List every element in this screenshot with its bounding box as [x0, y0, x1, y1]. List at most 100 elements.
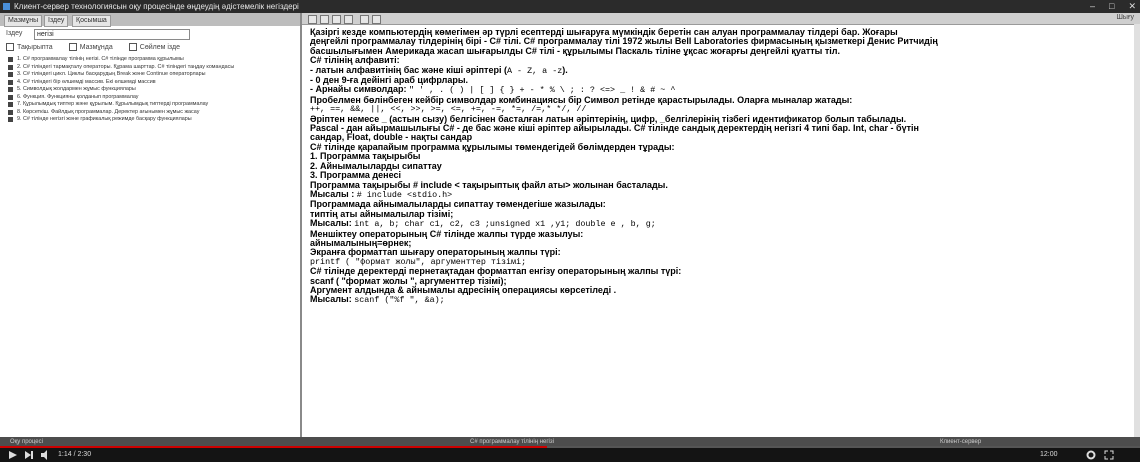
maximize-icon[interactable]: □ — [1109, 0, 1114, 13]
volume-icon[interactable] — [40, 450, 50, 460]
toc-item[interactable]: 2. C# тіліндегі тармақталу операторы. Құ… — [8, 64, 298, 72]
toc-item-label: 4. C# тіліндегі бір өлшемді массив. Екі … — [17, 78, 156, 85]
gear-icon — [1086, 450, 1096, 460]
text-line: типтің аты айнымалылар тізімі; — [310, 210, 1135, 219]
inline-code: " ' , . ( ) | [ ] { } + - * % \ ; : ? <=… — [408, 85, 676, 96]
book-icon — [8, 94, 13, 100]
text-line: ++, ==, &&, ||, <<, >>, >=, <=, +=, -=, … — [310, 105, 1135, 114]
inline-code: int a, b; char c1, c2, c3 ;unsigned x1 ,… — [354, 219, 656, 230]
text-line: айнымалының=өрнек; — [310, 239, 1135, 248]
toc-item-label: 9. C# тілінде негізгі жәнe графикалық ре… — [17, 116, 192, 122]
line-text-tail: ). — [562, 65, 568, 75]
toc-list: 1. C# программалау тілінің негізі. C# ті… — [8, 56, 298, 124]
code-text: printf ( "формат жолы", аргументтер тізі… — [310, 257, 527, 267]
option-sentence[interactable]: Сөйлем ізде — [128, 43, 180, 51]
line-text: - латын алфавитінің бас және кіші әріпте… — [310, 65, 507, 75]
toc-item[interactable]: 4. C# тіліндегі бір өлшемді массив. Екі … — [8, 79, 298, 87]
option-title[interactable]: Тақырыпта — [6, 43, 53, 51]
player-bar: 1:14 / 2:30 12:00 — [0, 448, 1140, 462]
options-icon[interactable] — [372, 15, 381, 24]
exit-button[interactable]: Шығу — [1117, 14, 1135, 21]
book-icon — [8, 57, 13, 63]
clock: 12:00 — [1040, 451, 1058, 458]
toc-item-label: 3. C# тіліндегі цикл. Циклы басқарудың B… — [17, 71, 206, 77]
text-line: Программада айнымалыларды сипаттау төмен… — [310, 200, 1135, 209]
home-icon[interactable] — [332, 15, 341, 24]
search-input[interactable]: негізі — [34, 29, 190, 40]
play-icon[interactable] — [8, 450, 18, 460]
book-icon — [8, 117, 13, 123]
toc-item[interactable]: 6. Функция. Функцияны қолданып программа… — [8, 94, 298, 102]
line-text: Мысалы: — [310, 295, 355, 305]
line-text: Pascal - дан айырмашылығы C# - де бас жә… — [310, 124, 919, 134]
app-icon — [3, 3, 10, 10]
line-text: Меншіктеу операторының C# тілінде жалпы … — [310, 229, 584, 239]
tab-extra[interactable]: Қосымша — [72, 15, 111, 27]
line-text: Мысалы : — [310, 189, 357, 199]
line-text: Әріптен немесе _ (астын сызу) белгісінен… — [310, 114, 907, 124]
text-line: Мысалы: int a, b; char c1, c2, c3 ;unsig… — [310, 219, 1135, 229]
toc-item[interactable]: 9. C# тілінде негізгі жәнe графикалық ре… — [8, 116, 298, 124]
play-icon-shape — [9, 451, 17, 459]
text-line: сандар, Float, double - нақты сандар — [310, 133, 1135, 142]
option-label: Сөйлем ізде — [139, 43, 180, 51]
text-line: 3. Программа денесі — [310, 171, 1135, 180]
text-line: 1. Программа тақырыбы — [310, 152, 1135, 161]
vertical-scrollbar[interactable] — [1134, 24, 1140, 437]
text-line: Қазіргі кезде компьютердің көмегімен әр … — [310, 28, 1135, 37]
line-text: типтің аты айнымалылар тізімі; — [310, 209, 454, 219]
settings-icon[interactable] — [1086, 450, 1098, 460]
tab-search[interactable]: Іздеу — [44, 15, 69, 27]
checkbox-icon[interactable] — [128, 43, 137, 51]
toc-item[interactable]: 3. C# тіліндегі цикл. Циклы басқарудың B… — [8, 71, 298, 79]
line-text: айнымалының=өрнек; — [310, 238, 412, 248]
text-line: Аргумент алдында & айнымалы адресінің оп… — [310, 286, 1135, 295]
code-text: ++, ==, &&, ||, <<, >>, >=, <=, +=, -=, … — [310, 105, 587, 115]
forward-icon[interactable] — [320, 15, 329, 24]
volume-icon-shape — [41, 450, 47, 460]
text-line: деңгейлі программалау тілдерінің бірі - … — [310, 37, 1135, 46]
line-text: - 0 ден 9-ға дейінгі араб цифрлары. — [310, 76, 469, 86]
line-text: деңгейлі программалау тілдерінің бірі - … — [310, 37, 938, 47]
toc-item[interactable]: 7. Құрылымдық типтер және құрылым. Құрыл… — [8, 101, 298, 109]
toc-item-label: 6. Функция. Функцияны қолданып программа… — [17, 93, 139, 100]
text-line: - латын алфавитінің бас және кіші әріпте… — [310, 66, 1135, 76]
lecture-text: Қазіргі кезде компьютердің көмегімен әр … — [310, 28, 1135, 306]
line-text: C# тілінің алфавиті: — [310, 56, 400, 66]
text-line: - 0 ден 9-ға дейінгі араб цифрлары. — [310, 76, 1135, 85]
text-line: scanf ( "формат жолы ", аргументтер тізі… — [310, 277, 1135, 286]
toc-item-label: 2. C# тіліндегі тармақталу операторы. Құ… — [17, 63, 235, 70]
book-icon — [8, 109, 13, 115]
checkbox-icon[interactable] — [6, 43, 14, 51]
toc-item[interactable]: 1. C# программалау тілінің негізі. C# ті… — [8, 56, 298, 64]
checkbox-icon[interactable] — [68, 43, 77, 51]
search-options: Тақырыпта Мазмұнда Сөйлем ізде — [6, 43, 180, 51]
next-icon[interactable] — [24, 450, 34, 460]
line-text: 1. Программа тақырыбы — [310, 152, 421, 162]
book-icon — [8, 87, 13, 93]
line-text: Программада айнымалыларды сипаттау төмен… — [310, 200, 606, 210]
print-icon[interactable] — [344, 15, 353, 24]
next-icon-shape — [25, 451, 33, 459]
back-icon[interactable] — [308, 15, 317, 24]
toc-item[interactable]: 5. Символдық жолдармен жұмыс функциялары — [8, 86, 298, 94]
fullscreen-icon[interactable] — [1104, 450, 1116, 460]
toc-item[interactable]: 8. Көрсеткіш. Файлдық программалар. Дере… — [8, 109, 298, 117]
search-row: Іздеу негізі — [6, 29, 190, 40]
window-title: Клиент-сервер технологиясын оқу процесін… — [14, 2, 299, 11]
book-icon — [8, 64, 13, 70]
close-icon[interactable]: ✕ — [1128, 0, 1136, 13]
book-icon — [8, 102, 13, 108]
minimize-icon[interactable]: – — [1090, 0, 1095, 13]
line-text: Экранға форматтап шығару операторының жа… — [310, 248, 561, 258]
line-text: 2. Айнымалыларды сипаттау — [310, 161, 442, 171]
text-line: - Арнайы символдар: " ' , . ( ) | [ ] { … — [310, 85, 1135, 95]
text-line: Экранға форматтап шығару операторының жа… — [310, 248, 1135, 257]
line-text: Мысалы: — [310, 219, 355, 229]
tab-contents[interactable]: Мазмұны — [4, 15, 43, 27]
font-icon[interactable] — [360, 15, 369, 24]
line-text: Қазіргі кезде компьютердің көмегімен әр … — [310, 28, 898, 37]
option-contents[interactable]: Мазмұнда — [68, 43, 113, 51]
text-line: Программа тақырыбы # include < тақырыпты… — [310, 181, 1135, 190]
text-line: C# тілінде қарапайым программа құрылымы … — [310, 143, 1135, 152]
